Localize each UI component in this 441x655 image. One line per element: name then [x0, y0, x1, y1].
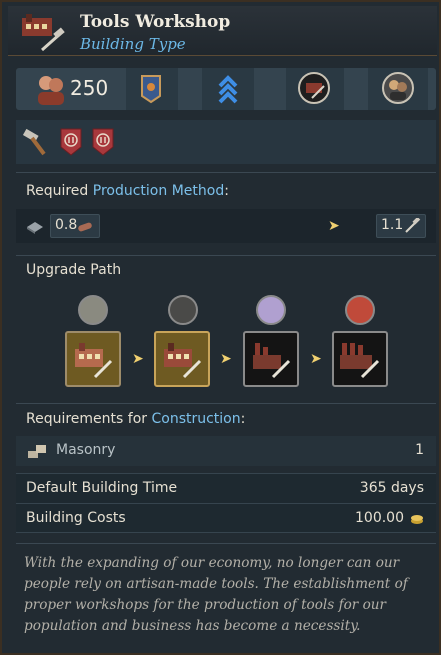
stat-slot-banner[interactable]: [126, 68, 178, 110]
arrow-right-icon: ➤: [328, 218, 340, 234]
divider: [16, 172, 436, 173]
banner-icon: [141, 75, 161, 104]
masonry-row[interactable]: Masonry 1: [16, 436, 436, 466]
tools-workshop-icon: [22, 14, 65, 52]
input-value-box[interactable]: 0.8: [50, 214, 100, 238]
upgrade-stage-1[interactable]: [65, 331, 121, 387]
building-time-value: 365 days: [359, 480, 424, 496]
pop-requirement-icon[interactable]: [168, 295, 198, 325]
output-value-box[interactable]: 1.1: [376, 214, 426, 238]
stat-slot-level[interactable]: [202, 68, 254, 110]
divider: [16, 543, 436, 544]
stat-slot-building[interactable]: [286, 68, 344, 110]
arrow-right-icon: ➤: [220, 351, 232, 367]
building-time-label: Default Building Time: [26, 480, 178, 496]
hammer-icon[interactable]: [22, 128, 48, 156]
chevron-up-icon: [218, 75, 238, 104]
pop-requirement-icon[interactable]: [345, 295, 375, 325]
building-description: With the expanding of our economy, no lo…: [24, 555, 408, 634]
building-costs-row: Building Costs 100.00: [16, 503, 436, 533]
building-tooltip-panel: Tools Workshop Building Type 250 Require…: [0, 0, 441, 655]
coins-icon: [411, 515, 423, 524]
label-text: Requirements for: [26, 411, 152, 427]
upgrade-stage-2-current[interactable]: [154, 331, 210, 387]
masonry-value: 1: [415, 442, 424, 458]
building-costs-label: Building Costs: [26, 510, 126, 526]
masonry-icon: [28, 445, 46, 458]
iron-input-icon: [27, 222, 43, 234]
building-badge-icon: [298, 72, 330, 104]
tools-output-icon: [405, 218, 421, 233]
factory-icon: [253, 343, 291, 379]
population-count: 250: [70, 76, 109, 100]
building-title: Tools Workshop: [80, 12, 231, 32]
construction-label: Requirements for Construction:: [26, 411, 245, 427]
building-subtitle[interactable]: Building Type: [80, 35, 186, 53]
large-factory-icon: [340, 343, 380, 379]
tier-badge-icon[interactable]: [60, 128, 82, 156]
pop-requirement-icon[interactable]: [256, 295, 286, 325]
label-text: Required: [26, 183, 93, 199]
tier-badge-icon[interactable]: [92, 128, 114, 156]
building-time-row: Default Building Time 365 days: [16, 473, 436, 503]
output-value: 1.1: [381, 217, 404, 233]
divider: [16, 255, 436, 256]
pop-requirement-icon[interactable]: [78, 295, 108, 325]
input-value: 0.8: [55, 217, 78, 233]
construction-link[interactable]: Construction: [151, 411, 240, 427]
production-method-link[interactable]: Production Method: [93, 183, 224, 199]
building-badges-row: [16, 120, 436, 164]
production-method-row[interactable]: 0.8 ➤ 1.1: [16, 209, 436, 243]
stat-slot-pop-type[interactable]: [368, 68, 428, 110]
building-costs-value: 100.00: [355, 510, 404, 526]
worker-portrait-icon: [382, 72, 414, 104]
workshop-icon: [75, 343, 113, 379]
divider: [16, 403, 436, 404]
upgrade-stage-3[interactable]: [243, 331, 299, 387]
population-icon[interactable]: [34, 72, 68, 106]
tools-workshop-icon: [164, 343, 202, 379]
upgrade-path-label: Upgrade Path: [26, 262, 122, 278]
tooltip-header: Tools Workshop Building Type: [8, 6, 437, 56]
label-text: :: [240, 411, 246, 427]
arrow-right-icon: ➤: [132, 351, 144, 367]
masonry-label: Masonry: [56, 442, 116, 458]
production-method-label: Required Production Method:: [26, 183, 229, 199]
label-text: :: [224, 183, 229, 199]
wood-input-icon: [78, 222, 92, 232]
arrow-right-icon: ➤: [310, 351, 322, 367]
stats-bar: 250: [16, 68, 436, 110]
upgrade-stage-4[interactable]: [332, 331, 388, 387]
